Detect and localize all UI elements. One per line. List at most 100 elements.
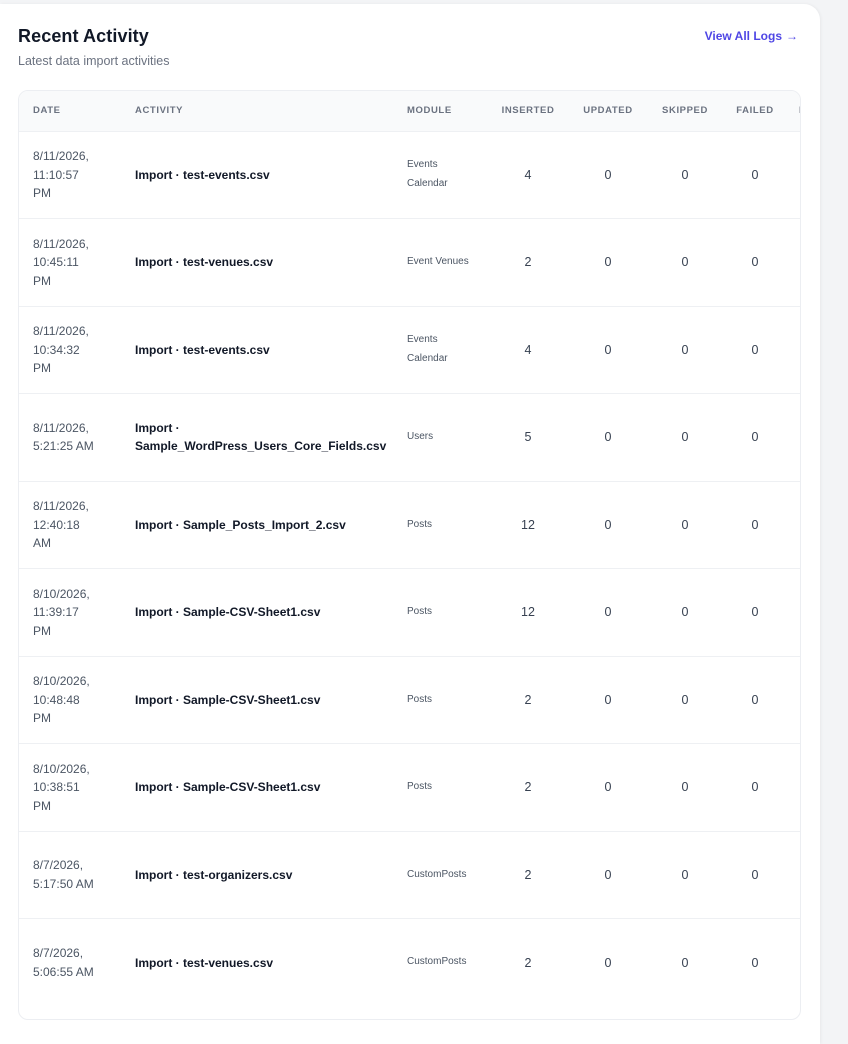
cell-failed: 0 <box>751 692 759 707</box>
view-all-logs-link[interactable]: View All Logs → <box>705 29 798 43</box>
cell-inserted: 4 <box>524 167 532 182</box>
date-text: 8/11/2026, 5:21:25 AM <box>33 420 94 454</box>
cell-re <box>787 131 800 219</box>
cell-module: Posts <box>407 481 487 569</box>
cell-updated: 0 <box>604 867 612 882</box>
cell-activity: Import · test-events.csv <box>135 167 270 182</box>
cell-failed: 0 <box>751 517 759 532</box>
cell-module: Posts <box>407 744 487 832</box>
cell-date: 8/11/2026, 12:40:18 AM <box>19 481 135 569</box>
module-text: Posts <box>407 693 433 705</box>
table-row: 8/11/2026, 10:34:32 PM Import · test-eve… <box>19 306 800 394</box>
cell-skipped: 0 <box>681 342 689 357</box>
cell-skipped: 0 <box>681 167 689 182</box>
cell-failed: 0 <box>751 430 759 445</box>
cell-date: 8/11/2026, 5:21:25 AM <box>19 394 135 482</box>
module-text: Users <box>407 431 434 442</box>
table-row: 8/7/2026, 5:17:50 AM Import · test-organ… <box>19 831 800 919</box>
table-row: 8/10/2026, 10:48:48 PM Import · Sample-C… <box>19 656 800 744</box>
module-text: Events Calendar <box>407 334 448 364</box>
column-header-updated: UPDATED <box>583 105 633 117</box>
cell-failed: 0 <box>751 255 759 270</box>
module-text: Posts <box>407 518 433 530</box>
cell-failed: 0 <box>751 605 759 620</box>
cell-inserted: 4 <box>524 342 532 357</box>
table-header: DATE ACTIVITY MODULE INSERTED UPDATED SK… <box>19 91 800 131</box>
cell-module: Event Venues <box>407 219 487 307</box>
table-row: 8/11/2026, 12:40:18 AM Import · Sample_P… <box>19 481 800 569</box>
cell-date: 8/10/2026, 10:38:51 PM <box>19 744 135 832</box>
cell-module: Events Calendar <box>407 131 487 219</box>
cell-re <box>787 744 800 832</box>
cell-activity: Import · test-organizers.csv <box>135 867 293 882</box>
cell-inserted: 2 <box>524 780 532 795</box>
cell-re <box>787 656 800 744</box>
table-row: 8/7/2026, 5:06:55 AM Import · test-venue… <box>19 918 800 1007</box>
cell-inserted: 12 <box>521 517 535 532</box>
recent-activity-card: Recent Activity Latest data import activ… <box>0 4 820 1044</box>
cell-inserted: 2 <box>524 692 532 707</box>
table-row: 8/11/2026, 5:21:25 AM Import · Sample_Wo… <box>19 393 800 482</box>
date-text: 8/10/2026, 10:48:48 PM <box>33 674 90 725</box>
cell-activity: Import · Sample_WordPress_Users_Core_Fie… <box>135 421 387 454</box>
table-row: 8/11/2026, 10:45:11 PM Import · test-ven… <box>19 218 800 307</box>
activity-table-container[interactable]: DATE ACTIVITY MODULE INSERTED UPDATED SK… <box>18 90 801 1020</box>
cell-date: 8/7/2026, 5:17:50 AM <box>19 831 135 919</box>
date-text: 8/11/2026, 10:45:11 PM <box>33 236 89 288</box>
date-text: 8/10/2026, 11:39:17 PM <box>33 586 90 638</box>
cell-updated: 0 <box>604 430 612 445</box>
cell-updated: 0 <box>604 955 612 970</box>
date-text: 8/11/2026, 11:10:57 PM <box>33 149 89 200</box>
cell-module: Posts <box>407 656 487 744</box>
table-row: 8/10/2026, 11:39:17 PM Import · Sample-C… <box>19 568 800 657</box>
arrow-right-icon: → <box>786 29 798 43</box>
module-text: CustomPosts <box>407 956 467 968</box>
module-text: Posts <box>407 606 433 617</box>
cell-inserted: 12 <box>521 605 535 620</box>
cell-module: CustomPosts <box>407 919 487 1007</box>
cell-module: Events Calendar <box>407 306 487 394</box>
cell-updated: 0 <box>604 780 612 795</box>
module-text: Event Venues <box>407 256 469 267</box>
table-row: 8/10/2026, 10:38:51 PM Import · Sample-C… <box>19 743 800 832</box>
date-text: 8/11/2026, 12:40:18 AM <box>33 499 89 550</box>
cell-activity: Import · test-venues.csv <box>135 255 274 270</box>
cell-failed: 0 <box>751 867 759 882</box>
cell-skipped: 0 <box>681 430 689 445</box>
cell-inserted: 5 <box>524 430 532 445</box>
cell-date: 8/11/2026, 11:10:57 PM <box>19 131 135 219</box>
cell-skipped: 0 <box>681 867 689 882</box>
cell-activity: Import · Sample-CSV-Sheet1.csv <box>135 692 321 707</box>
cell-module: Users <box>407 394 487 482</box>
cell-updated: 0 <box>604 167 612 182</box>
cell-inserted: 2 <box>524 955 532 970</box>
cell-date: 8/11/2026, 10:45:11 PM <box>19 219 135 307</box>
column-header-module: MODULE <box>407 105 452 117</box>
column-header-activity: ACTIVITY <box>135 105 184 117</box>
table-header-row: DATE ACTIVITY MODULE INSERTED UPDATED SK… <box>19 91 800 131</box>
module-text: Events Calendar <box>407 159 448 189</box>
cell-skipped: 0 <box>681 517 689 532</box>
cell-failed: 0 <box>751 167 759 182</box>
card-title: Recent Activity <box>18 26 149 46</box>
cell-re <box>787 919 800 1007</box>
cell-date: 8/10/2026, 10:48:48 PM <box>19 656 135 744</box>
cell-updated: 0 <box>604 342 612 357</box>
cell-module: CustomPosts <box>407 831 487 919</box>
cell-date: 8/10/2026, 11:39:17 PM <box>19 569 135 657</box>
date-text: 8/10/2026, 10:38:51 PM <box>33 761 90 813</box>
table-body: 8/11/2026, 11:10:57 PM Import · test-eve… <box>19 131 800 1007</box>
cell-skipped: 0 <box>681 780 689 795</box>
module-text: CustomPosts <box>407 868 467 880</box>
date-text: 8/11/2026, 10:34:32 PM <box>33 324 89 375</box>
cell-re <box>787 831 800 919</box>
cell-activity: Import · test-events.csv <box>135 342 270 357</box>
cell-re <box>787 481 800 569</box>
cell-re <box>787 219 800 307</box>
cell-date: 8/7/2026, 5:06:55 AM <box>19 919 135 1007</box>
activity-table: DATE ACTIVITY MODULE INSERTED UPDATED SK… <box>19 91 800 1007</box>
cell-activity: Import · Sample-CSV-Sheet1.csv <box>135 780 321 795</box>
cell-updated: 0 <box>604 517 612 532</box>
module-text: Posts <box>407 781 433 792</box>
date-text: 8/7/2026, 5:06:55 AM <box>33 946 94 979</box>
